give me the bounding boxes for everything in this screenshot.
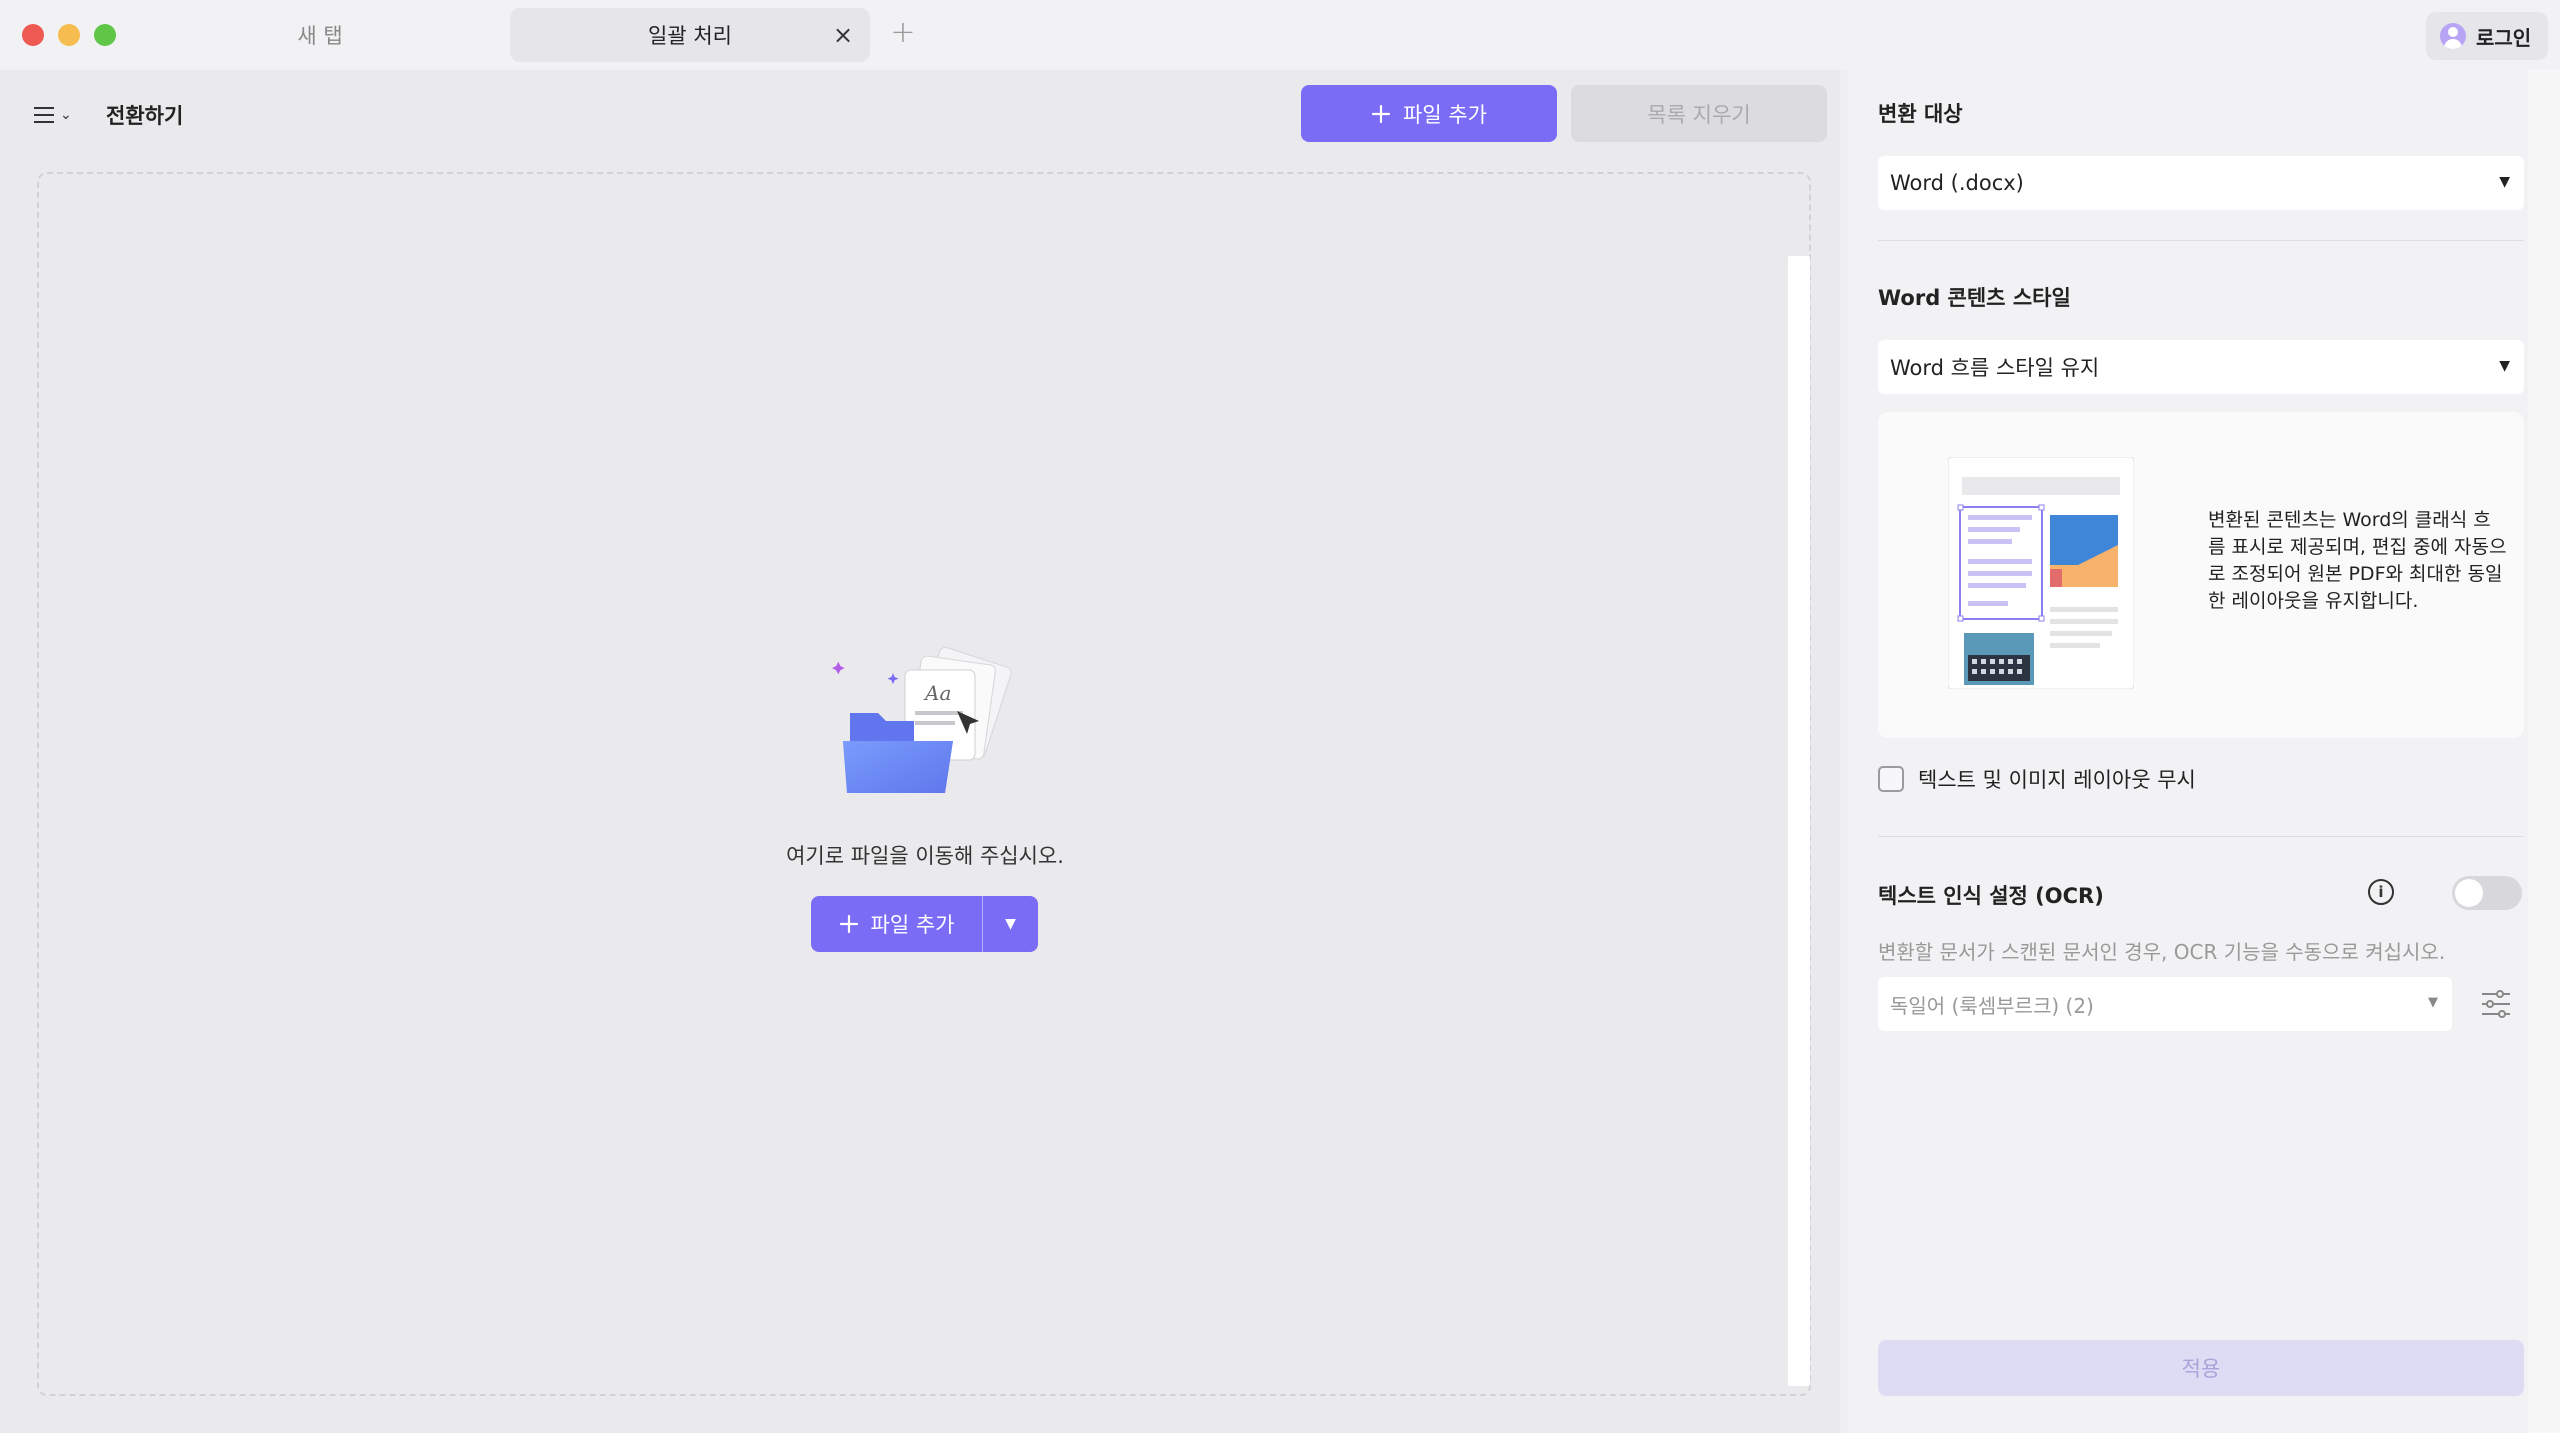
file-list-pane: ⌄ 전환하기 파일 추가 목록 지우기 Aa 여기로 파일을 이동해 주십시오.…	[0, 70, 1840, 1433]
scrollbar[interactable]	[1788, 256, 1810, 1386]
ignore-layout-checkbox[interactable]	[1878, 766, 1904, 792]
sliders-settings-icon[interactable]	[2478, 986, 2514, 1022]
ocr-language-value: 독일어 (룩셈부르크) (2)	[1890, 993, 2094, 1018]
apply-button[interactable]: 적용	[1878, 1340, 2524, 1396]
folder-files-illustration-icon: Aa	[832, 646, 1012, 793]
apply-label: 적용	[2181, 1357, 2221, 1381]
user-avatar-icon	[2440, 23, 2466, 49]
maximize-window-button[interactable]	[94, 24, 116, 46]
divider	[1878, 240, 2524, 241]
tab-label: 일괄 처리	[648, 24, 732, 48]
caret-down-icon: ▼	[2499, 358, 2510, 374]
ocr-language-select[interactable]: 독일어 (룩셈부르크) (2) ▼	[1878, 977, 2452, 1031]
add-file-dropdown-caret-icon[interactable]: ▼	[982, 896, 1038, 952]
divider	[1878, 836, 2524, 837]
menu-button[interactable]: ⌄	[34, 100, 82, 130]
tab-new[interactable]: 새 탭	[200, 8, 440, 62]
drop-instruction-text: 여기로 파일을 이동해 주십시오.	[786, 844, 1064, 868]
app-window: 새 탭 일괄 처리 × + 로그인 ⌄ 전환하기 파일 추가 목록 지우기 Aa…	[0, 0, 2560, 1433]
add-file-split-button[interactable]: 파일 추가 ▼	[811, 896, 1038, 952]
add-file-center-button[interactable]: 파일 추가	[811, 896, 982, 952]
word-style-select[interactable]: Word 흐름 스타일 유지 ▼	[1878, 340, 2524, 394]
title-bar: 새 탭 일괄 처리 × + 로그인	[0, 0, 2560, 70]
target-format-select[interactable]: Word (.docx) ▼	[1878, 156, 2524, 210]
svg-text:Aa: Aa	[923, 681, 951, 705]
ocr-hint-text: 변환할 문서가 스캔된 문서인 경우, OCR 기능을 수동으로 켜십시오.	[1878, 940, 2446, 964]
caret-down-icon: ▼	[2428, 995, 2438, 1010]
ignore-layout-label: 텍스트 및 이미지 레이아웃 무시	[1918, 768, 2196, 792]
chevron-down-icon: ⌄	[60, 107, 72, 123]
plus-icon	[839, 914, 858, 934]
caret-down-icon: ▼	[2499, 174, 2510, 190]
add-tab-icon[interactable]: +	[888, 18, 918, 48]
login-label: 로그인	[2476, 25, 2532, 50]
add-file-label: 파일 추가	[1403, 102, 1487, 127]
hamburger-icon	[34, 105, 54, 125]
word-style-label: Word 콘텐츠 스타일	[1878, 286, 2071, 310]
add-file-center-label: 파일 추가	[870, 913, 955, 937]
document-layout-preview-icon	[1948, 457, 2134, 689]
target-format-label: 변환 대상	[1878, 102, 1963, 126]
clear-list-button[interactable]: 목록 지우기	[1571, 85, 1827, 142]
style-preview-card: 변환된 콘텐츠는 Word의 클래식 흐름 표시로 제공되며, 편집 중에 자동…	[1878, 412, 2524, 738]
scrollbar[interactable]	[2528, 70, 2560, 1433]
close-tab-icon[interactable]: ×	[830, 22, 856, 48]
word-style-value: Word 흐름 스타일 유지	[1890, 356, 2100, 380]
ocr-toggle[interactable]	[2452, 876, 2522, 910]
close-window-button[interactable]	[22, 24, 44, 46]
info-icon[interactable]: i	[2368, 879, 2394, 905]
plus-icon	[1371, 104, 1391, 123]
add-file-button[interactable]: 파일 추가	[1301, 85, 1557, 142]
clear-list-label: 목록 지우기	[1647, 102, 1751, 127]
login-button[interactable]: 로그인	[2426, 12, 2548, 60]
tab-label: 새 탭	[297, 24, 343, 48]
style-preview-description: 변환된 콘텐츠는 Word의 클래식 흐름 표시로 제공되며, 편집 중에 자동…	[2208, 509, 2507, 612]
settings-pane: 변환 대상 Word (.docx) ▼ Word 콘텐츠 스타일 Word 흐…	[1848, 70, 2560, 1433]
page-title: 전환하기	[106, 104, 184, 128]
tab-batch[interactable]: 일괄 처리 ×	[510, 8, 870, 62]
ocr-settings-label: 텍스트 인식 설정 (OCR)	[1878, 884, 2104, 908]
target-format-value: Word (.docx)	[1890, 171, 2024, 195]
minimize-window-button[interactable]	[58, 24, 80, 46]
ignore-layout-option[interactable]: 텍스트 및 이미지 레이아웃 무시	[1878, 764, 2196, 794]
